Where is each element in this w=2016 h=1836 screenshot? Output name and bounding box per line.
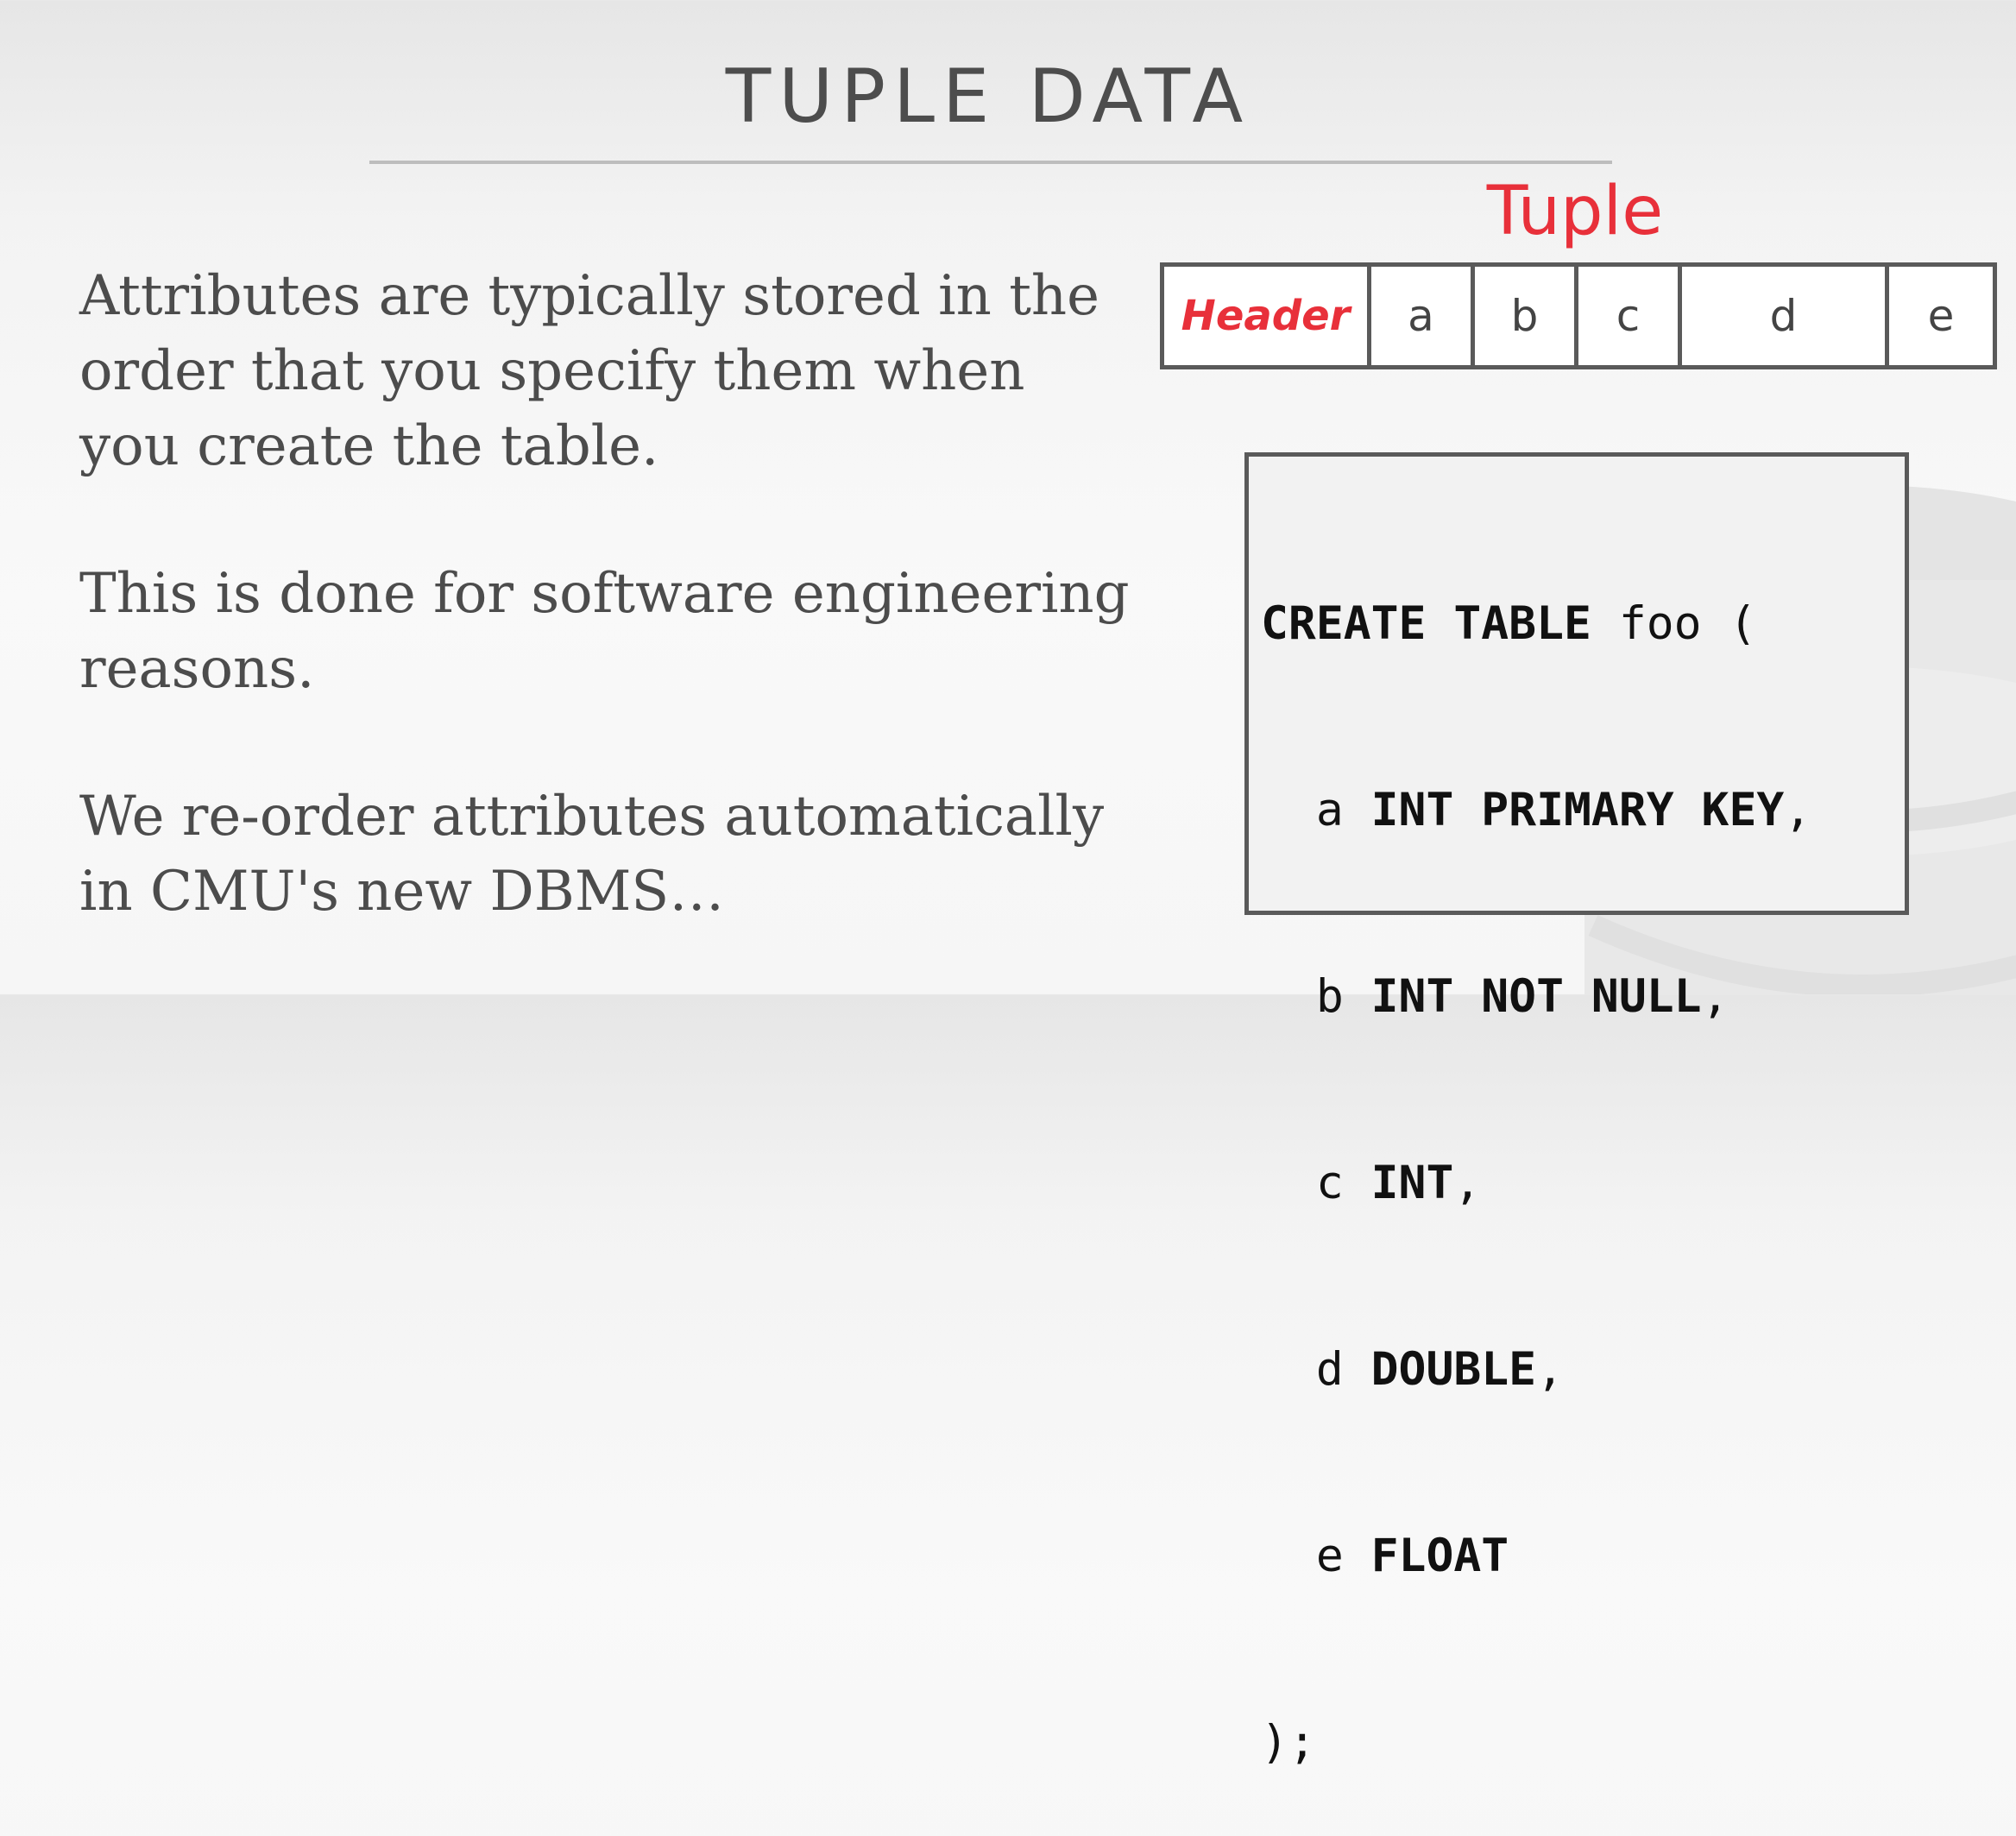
tuple-cell-d: d [1682, 267, 1889, 365]
code-line: a INT PRIMARY KEY, [1261, 784, 1812, 836]
code-line: c INT, [1261, 1157, 1482, 1209]
bullet-text: Attributes are typically stored in the o… [79, 264, 1099, 478]
tuple-cell-b: b [1475, 267, 1578, 365]
tuple-label: Tuple [1486, 173, 1664, 250]
bullet-text: This is done for software engineering re… [79, 562, 1130, 701]
bullet-text: We re-order attributes automatically in … [79, 785, 1105, 924]
tuple-cell-c: c [1578, 267, 1682, 365]
code-line: b INT NOT NULL, [1261, 970, 1729, 1023]
tuple-layout-diagram: Header a b c d e [1160, 262, 1997, 369]
tuple-cell-a: a [1371, 267, 1475, 365]
slide-title: TUPLE DATA [725, 54, 1251, 140]
tuple-cell-e: e [1927, 291, 1955, 341]
bullet-list: Attributes are typically stored in the o… [79, 259, 1132, 1002]
title-divider [369, 161, 1612, 164]
code-line: CREATE TABLE foo ( [1261, 597, 1757, 650]
code-line: ); [1261, 1716, 1316, 1769]
sql-code-block: CREATE TABLE foo ( a INT PRIMARY KEY, b … [1244, 452, 1909, 1769]
code-line: e FLOAT [1261, 1530, 1509, 1582]
code-line: d DOUBLE, [1261, 1343, 1565, 1396]
tuple-cell-header: Header [1164, 267, 1371, 365]
